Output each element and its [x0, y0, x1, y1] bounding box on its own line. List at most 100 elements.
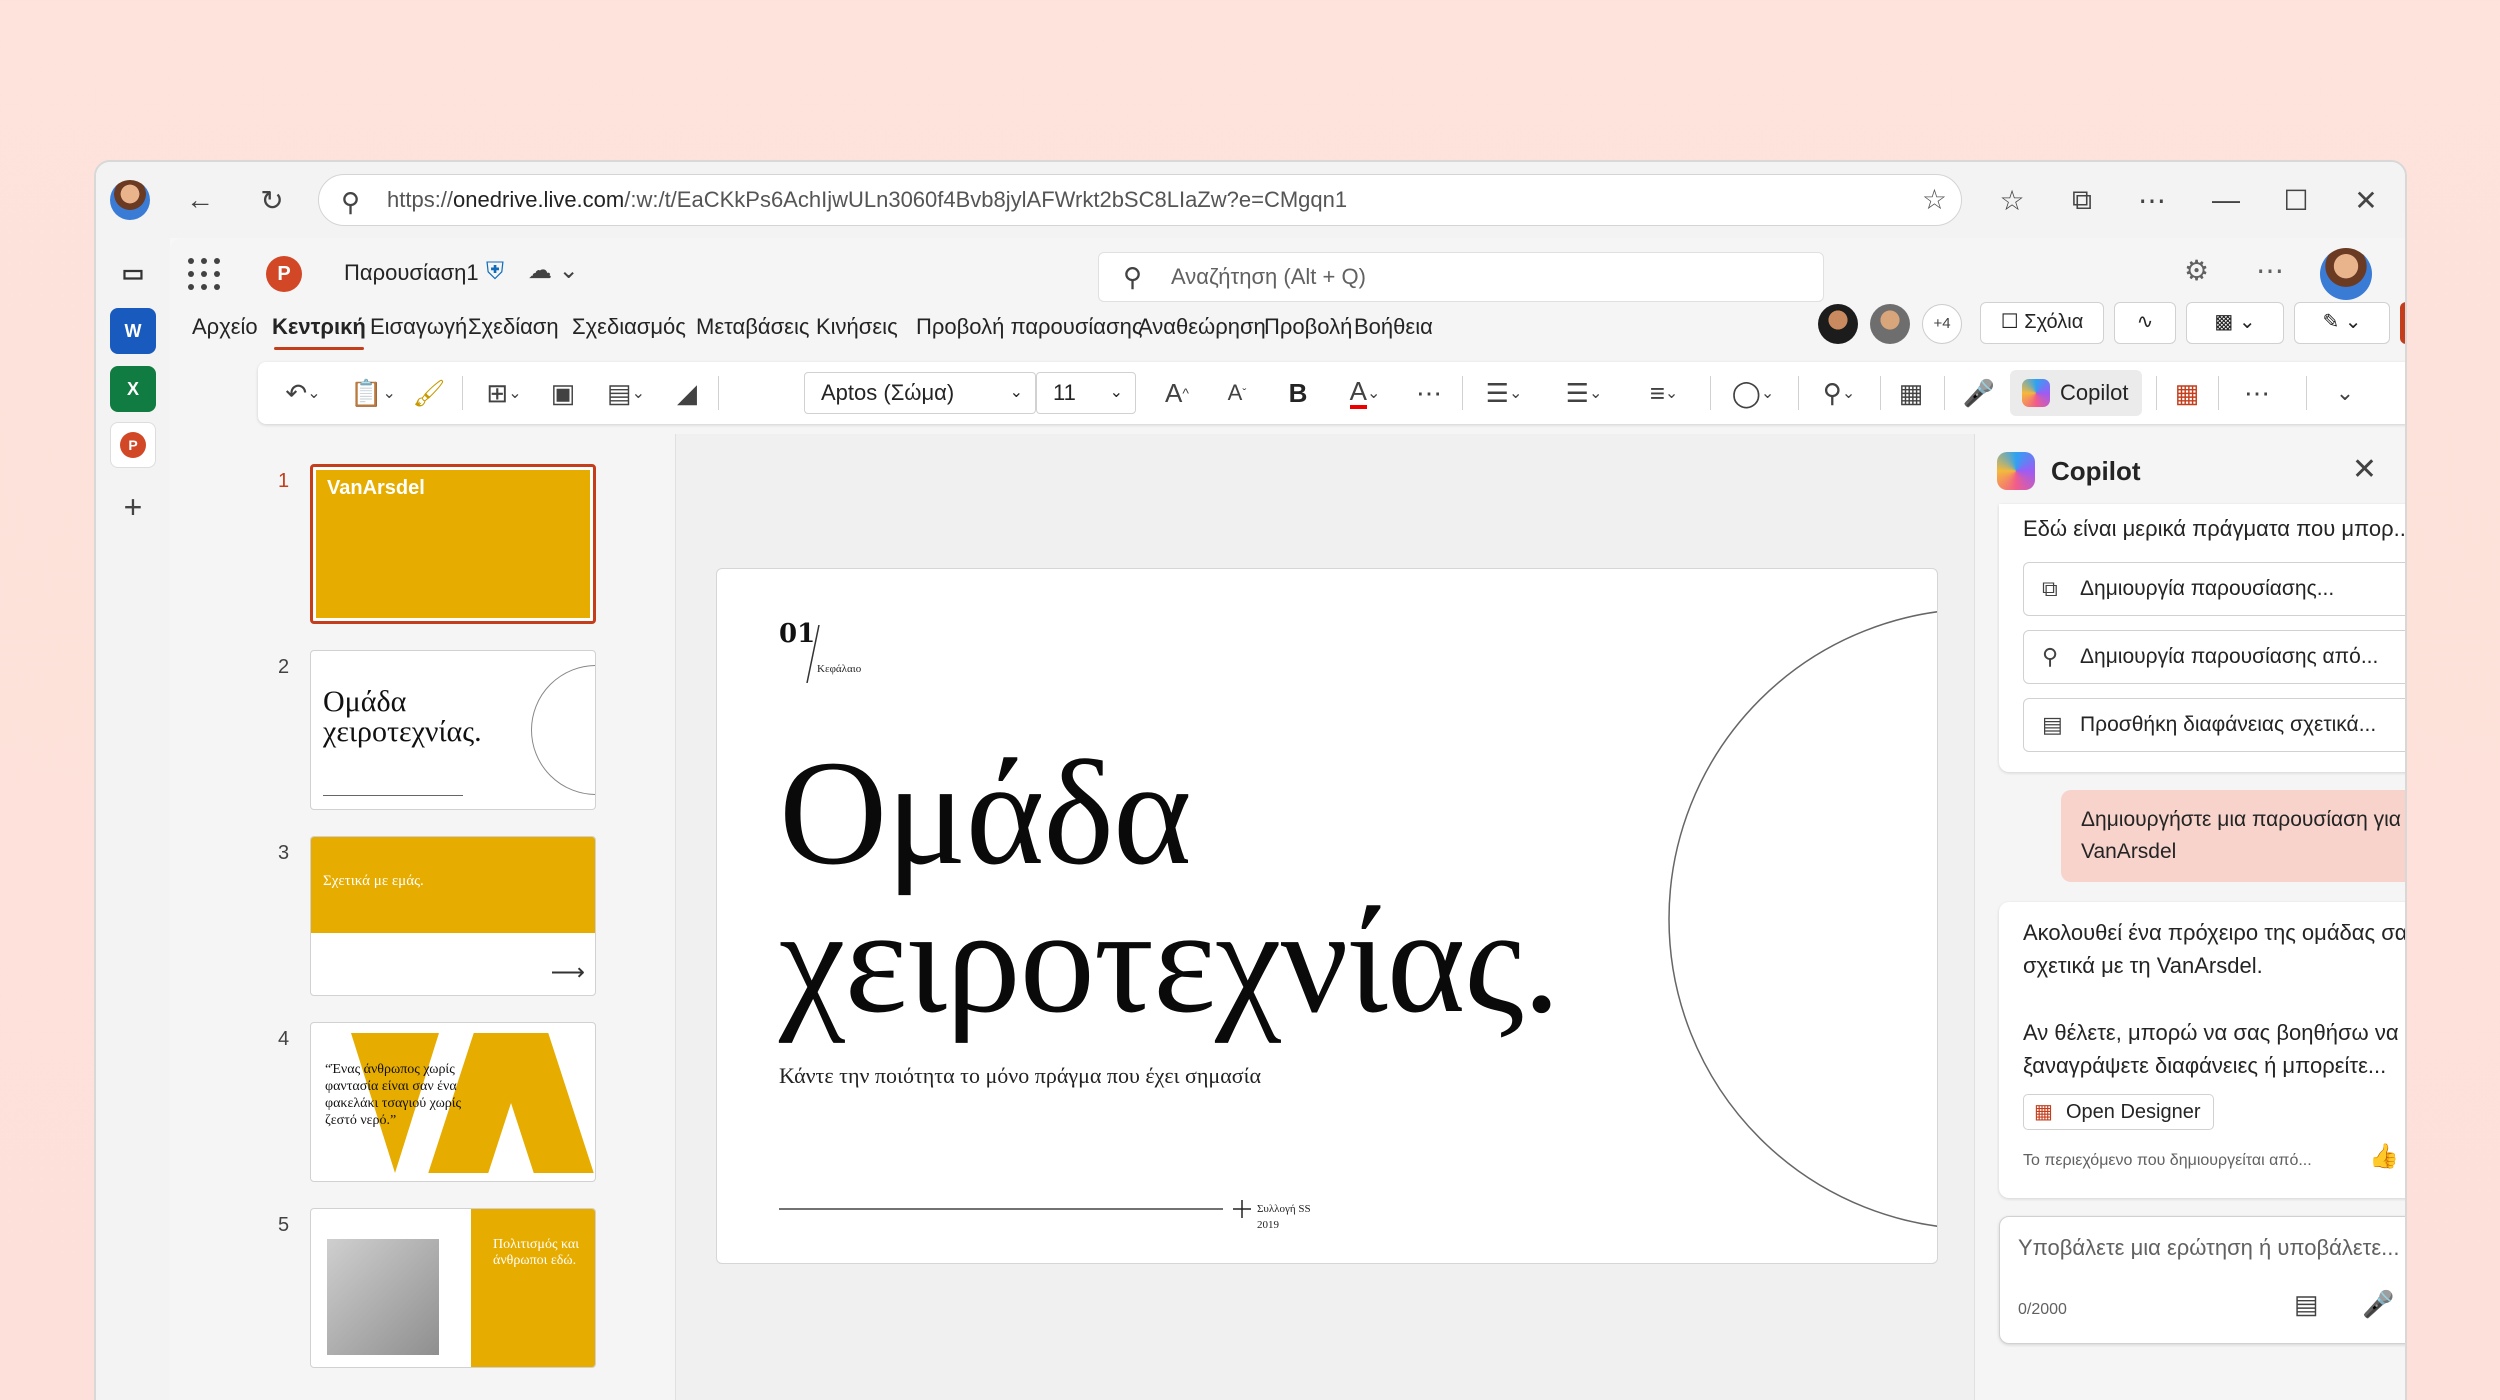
- close-icon[interactable]: ✕: [2352, 452, 2377, 487]
- more-options-icon[interactable]: ⋯: [2256, 254, 2284, 287]
- slide-thumbnail-1[interactable]: VanArsdel: [310, 464, 596, 624]
- collaborator-avatar[interactable]: [1870, 304, 1910, 344]
- tab-help[interactable]: Βοήθεια: [1354, 314, 1433, 340]
- suggestion-create-from-file[interactable]: ⚲ Δημιουργία παρουσίασης από...: [2023, 630, 2405, 684]
- search-box[interactable]: ⚲ Αναζήτηση (Alt + Q): [1098, 252, 1824, 302]
- favorites-icon[interactable]: ☆: [1992, 180, 2032, 220]
- app-launcher-icon[interactable]: [188, 258, 220, 290]
- more-collaborators-badge[interactable]: +4: [1922, 304, 1962, 344]
- settings-gear-icon[interactable]: ⚙: [2184, 254, 2209, 287]
- shapes-icon[interactable]: ◯ ⌄: [1720, 372, 1786, 414]
- slide-thumbnail-2[interactable]: Ομάδα χειροτεχνίας.: [310, 650, 596, 810]
- tab-review[interactable]: Αναθεώρηση: [1138, 314, 1266, 340]
- maximize-icon[interactable]: ☐: [2276, 180, 2316, 220]
- chevron-down-icon: ⌄: [1109, 384, 1123, 401]
- powerpoint-web-app: P Παρουσίαση1 ⛨ ☁ ⌄ ⚲ Αναζήτηση (Alt + Q…: [170, 238, 2405, 1400]
- profile-avatar[interactable]: [110, 180, 150, 220]
- microphone-icon[interactable]: 🎤: [2362, 1289, 2394, 1320]
- numbering-icon[interactable]: ☰ ⌄: [1552, 372, 1616, 414]
- more-menu-icon[interactable]: ⋯: [2132, 180, 2172, 220]
- tab-file[interactable]: Αρχείο: [192, 314, 258, 340]
- tab-transitions[interactable]: Μεταβάσεις: [696, 314, 809, 340]
- open-designer-button[interactable]: ▦ Open Designer: [2023, 1094, 2214, 1130]
- response-paragraph-1: Ακολουθεί ένα πρόχειρο της ομάδας σας σχ…: [2023, 920, 2407, 978]
- reuse-slides-icon[interactable]: ▣: [542, 372, 584, 414]
- format-painter-icon[interactable]: 🖌: [408, 372, 450, 414]
- collections-icon[interactable]: ⧉: [2062, 180, 2102, 220]
- refresh-icon[interactable]: ↻: [252, 180, 292, 220]
- font-name-select[interactable]: Aptos (Σώμα) ⌄: [804, 372, 1036, 414]
- grow-font-icon[interactable]: A ^: [1156, 372, 1198, 414]
- address-bar[interactable]: ⚲ https://onedrive.live.com/:w:/t/EaCKkP…: [318, 174, 1962, 226]
- current-slide[interactable]: 01 Κεφάλαιο Ομάδα χειροτεχνίας. Κάντε τη…: [716, 568, 1938, 1264]
- new-slide-icon[interactable]: ⊞ ⌄: [472, 372, 536, 414]
- open-designer-label: Open Designer: [2066, 1101, 2201, 1123]
- suggestion-create-presentation[interactable]: ⧉ Δημιουργία παρουσίασης...: [2023, 562, 2405, 616]
- more-font-options-icon[interactable]: ⋯: [1408, 372, 1450, 414]
- paste-icon[interactable]: 📋 ⌄: [342, 372, 404, 414]
- designer-icon[interactable]: ▦: [1890, 372, 1932, 414]
- account-avatar[interactable]: [2320, 248, 2372, 300]
- excel-app-icon[interactable]: X: [110, 366, 156, 412]
- align-icon[interactable]: ≡ ⌄: [1632, 372, 1696, 414]
- close-icon[interactable]: ✕: [2346, 180, 2386, 220]
- designer-icon: ▦: [2034, 1101, 2053, 1123]
- undo-icon[interactable]: ↶ ⌄: [272, 372, 334, 414]
- activity-button[interactable]: ∿: [2114, 302, 2176, 344]
- slide-thumbnail-4[interactable]: “Ένας άνθρωπος χωρίς φαντασία είναι σαν …: [310, 1022, 596, 1182]
- bullets-icon[interactable]: ☰ ⌄: [1472, 372, 1536, 414]
- bold-icon[interactable]: B: [1280, 372, 1316, 414]
- comment-icon: ☐: [2000, 311, 2025, 333]
- tab-home[interactable]: Κεντρική: [272, 314, 366, 350]
- background-icon[interactable]: ◢: [666, 372, 708, 414]
- slide-thumbnail-5[interactable]: Πολιτισμός και άνθρωποι εδώ.: [310, 1208, 596, 1368]
- share-button[interactable]: ♟ ⌄: [2400, 302, 2405, 344]
- dictate-microphone-icon[interactable]: 🎤: [1958, 372, 2000, 414]
- font-size-select[interactable]: 11 ⌄: [1036, 372, 1136, 414]
- present-button[interactable]: ▩ ⌄: [2186, 302, 2284, 344]
- add-ins-icon[interactable]: ▦: [2166, 372, 2208, 414]
- editing-mode-button[interactable]: ✎ ⌄: [2294, 302, 2390, 344]
- browser-toolbar: ← ↻ ⚲ https://onedrive.live.com/:w:/t/Ea…: [96, 162, 2405, 238]
- powerpoint-app-icon[interactable]: P: [110, 422, 156, 468]
- minimize-icon[interactable]: —: [2206, 180, 2246, 220]
- chevron-down-icon: ⌄: [1009, 384, 1023, 401]
- slide-editor: 01 Κεφάλαιο Ομάδα χειροτεχνίας. Κάντε τη…: [676, 434, 1974, 1400]
- tab-animations[interactable]: Κινήσεις: [816, 314, 898, 340]
- copilot-button[interactable]: Copilot: [2010, 370, 2143, 416]
- edge-sidebar: ▭ W X P +: [96, 238, 170, 1400]
- copilot-icon: [2022, 379, 2050, 407]
- tab-design[interactable]: Σχεδιασμός: [572, 314, 686, 340]
- tab-view[interactable]: Προβολή: [1264, 314, 1352, 340]
- slide-thumbnail-3[interactable]: Σχετικά με εμάς. ⟶: [310, 836, 596, 996]
- tab-slideshow[interactable]: Προβολή παρουσίασης: [916, 314, 1142, 340]
- shrink-font-icon[interactable]: Aˇ: [1216, 372, 1258, 414]
- title-bar: P Παρουσίαση1 ⛨ ☁ ⌄ ⚲ Αναζήτηση (Alt + Q…: [170, 238, 2405, 310]
- comments-button[interactable]: ☐ Σχόλια: [1980, 302, 2104, 344]
- copilot-input-box[interactable]: Υποβάλετε μια ερώτηση ή υποβάλετε... 0/2…: [1999, 1216, 2405, 1344]
- word-app-icon[interactable]: W: [110, 308, 156, 354]
- back-arrow-icon[interactable]: ←: [180, 180, 220, 220]
- slide-thumbnail-pane: 1 VanArsdel 2 Ομάδα χειροτεχνίας. 3 Σχετ…: [170, 434, 676, 1400]
- tabs-icon[interactable]: ▭: [110, 250, 156, 296]
- tab-draw[interactable]: Σχεδίαση: [468, 314, 559, 340]
- add-favorite-icon[interactable]: ☆: [1922, 175, 1947, 225]
- find-icon[interactable]: ⚲ ⌄: [1808, 372, 1870, 414]
- search-icon: ⚲: [341, 187, 361, 217]
- search-placeholder: Αναζήτηση (Alt + Q): [1171, 264, 1366, 289]
- more-ribbon-icon[interactable]: ⋯: [2236, 372, 2278, 414]
- font-color-icon[interactable]: A ⌄: [1332, 372, 1398, 414]
- expand-ribbon-icon[interactable]: ⌄: [2324, 372, 2366, 414]
- saved-status-icon[interactable]: ☁ ⌄: [528, 256, 579, 285]
- suggestion-add-slide[interactable]: ▤ Προσθήκη διαφάνειας σχετικά...: [2023, 698, 2405, 752]
- prompt-guide-icon[interactable]: ▤: [2294, 1289, 2319, 1320]
- slide-add-icon: ▤: [2042, 712, 2063, 737]
- browser-window: ← ↻ ⚲ https://onedrive.live.com/:w:/t/Ea…: [94, 160, 2407, 1400]
- slides-icon: ⧉: [2042, 576, 2058, 601]
- layout-icon[interactable]: ▤ ⌄: [594, 372, 658, 414]
- thumbs-up-icon[interactable]: 👍: [2369, 1142, 2399, 1171]
- tab-insert[interactable]: Εισαγωγή: [370, 314, 467, 340]
- add-icon[interactable]: +: [110, 484, 156, 530]
- document-name[interactable]: Παρουσίαση1: [344, 260, 479, 286]
- collaborator-avatar[interactable]: [1818, 304, 1858, 344]
